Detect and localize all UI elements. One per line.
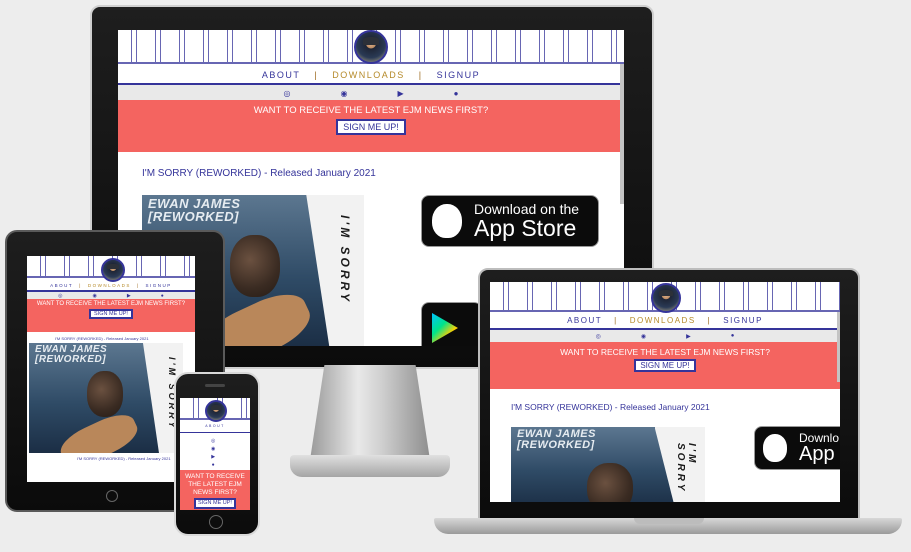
youtube-icon[interactable]: ▶ — [211, 453, 215, 461]
tablet-signup-banner: WANT TO RECEIVE THE LATEST EJM NEWS FIRS… — [27, 299, 195, 332]
monitor-stand-neck — [310, 365, 430, 460]
laptop-scrollbar[interactable] — [837, 312, 840, 382]
spotify-icon[interactable]: ◉ — [641, 333, 646, 340]
laptop-logo-avatar[interactable] — [651, 283, 681, 313]
laptop-notch — [634, 518, 704, 524]
apple-logo-icon — [763, 434, 787, 462]
nav-downloads[interactable]: DOWNLOADS — [630, 316, 696, 325]
cover-side-text: I'M SORRY — [675, 443, 697, 494]
nav-downloads[interactable]: DOWNLOADS — [88, 283, 131, 288]
phone-home-button — [209, 515, 223, 529]
tablet-logo-avatar[interactable] — [101, 258, 125, 282]
tablet-home-button — [106, 490, 118, 502]
laptop-nav: ABOUT | DOWNLOADS | SIGNUP — [490, 314, 840, 326]
cover-subtitle: [REWORKED] — [35, 354, 107, 365]
nav-separator: | — [418, 70, 423, 80]
release-info: I'M SORRY (REWORKED) - Released January … — [55, 336, 149, 341]
apple-logo-icon — [432, 204, 462, 238]
phone-logo-avatar[interactable] — [205, 400, 227, 422]
instagram-icon[interactable]: ◎ — [211, 437, 215, 445]
phone-nav: ABOUT — [180, 422, 250, 430]
monitor-stand-base — [290, 455, 450, 477]
cover-side-text: I'M SORRY — [338, 215, 352, 304]
nav-separator: | — [79, 282, 82, 288]
youtube-icon[interactable]: ▶ — [397, 89, 403, 98]
sign-me-up-button[interactable]: SIGN ME UP! — [194, 498, 236, 509]
apple-icon[interactable]: ● — [731, 333, 735, 339]
spotify-icon[interactable]: ◉ — [341, 89, 348, 98]
nav-signup[interactable]: SIGNUP — [437, 70, 481, 80]
appstore-big-text: App — [799, 443, 835, 465]
appstore-big-text: App Store — [474, 215, 577, 241]
laptop-signup-banner: WANT TO RECEIVE THE LATEST EJM NEWS FIRS… — [490, 342, 840, 389]
phone-divider — [180, 432, 250, 433]
nav-about[interactable]: ABOUT — [262, 70, 301, 80]
sign-me-up-button[interactable]: SIGN ME UP! — [89, 309, 133, 319]
sign-me-up-button[interactable]: SIGN ME UP! — [634, 359, 696, 372]
banner-text: WANT TO RECEIVE THE LATEST EJM NEWS FIRS… — [253, 105, 489, 116]
nav-separator: | — [707, 315, 712, 325]
banner-text: WANT TO RECEIVE THE LATEST EJM NEWS FIRS… — [36, 301, 186, 307]
release-info: I'M SORRY (REWORKED) - Released January … — [511, 402, 710, 412]
apple-icon[interactable]: ● — [454, 89, 459, 98]
sign-me-up-button[interactable]: SIGN ME UP! — [336, 119, 406, 135]
release-info: I'M SORRY (REWORKED) - Released January … — [142, 168, 376, 179]
nav-separator: | — [614, 315, 618, 325]
tablet-nav: ABOUT | DOWNLOADS | SIGNUP — [27, 281, 195, 289]
banner-text: WANT TO RECEIVE THE LATEST EJM NEWS FIRS… — [185, 473, 245, 496]
google-play-badge[interactable] — [421, 302, 482, 346]
app-store-badge[interactable]: Download on the App Store — [421, 195, 599, 247]
desktop-nav: ABOUT | DOWNLOADS | SIGNUP — [118, 68, 624, 82]
youtube-icon[interactable]: ▶ — [686, 333, 691, 340]
phone-speaker — [205, 384, 225, 387]
desktop-scrollbar[interactable] — [620, 64, 624, 204]
phone-site-screen: ABOUT ◎ ◉ ▶ ● WANT TO RECEIVE THE LATEST… — [180, 398, 250, 510]
nav-about[interactable]: ABOUT — [567, 316, 602, 325]
phone-signup-banner: WANT TO RECEIVE THE LATEST EJM NEWS FIRS… — [180, 470, 250, 510]
nav-signup[interactable]: SIGNUP — [146, 283, 172, 288]
google-play-icon — [432, 313, 458, 343]
desktop-signup-banner: WANT TO RECEIVE THE LATEST EJM NEWS FIRS… — [118, 100, 624, 152]
spotify-icon[interactable]: ◉ — [211, 445, 215, 453]
nav-separator: | — [314, 70, 319, 80]
album-cover[interactable]: EWAN JAMES [REWORKED] I'M SORRY — [511, 427, 705, 502]
nav-separator: | — [136, 282, 140, 288]
banner-text: WANT TO RECEIVE THE LATEST EJM NEWS FIRS… — [560, 347, 770, 357]
release-info-secondary: I'M SORRY (REWORKED) - Released January … — [77, 456, 171, 461]
nav-signup[interactable]: SIGNUP — [723, 316, 763, 325]
laptop-site-screen: ABOUT | DOWNLOADS | SIGNUP ◎ ◉ ▶ ● WANT … — [490, 282, 840, 502]
app-store-badge[interactable]: Downlo App — [754, 426, 840, 470]
instagram-icon[interactable]: ◎ — [284, 89, 291, 98]
album-cover[interactable]: EWAN JAMES [REWORKED] I'M SORRY — [29, 343, 183, 453]
nav-downloads[interactable]: DOWNLOADS — [332, 70, 405, 80]
desktop-logo-avatar[interactable] — [354, 30, 388, 64]
phone-social-column: ◎ ◉ ▶ ● — [211, 437, 215, 469]
apple-icon[interactable]: ● — [211, 461, 215, 469]
nav-about[interactable]: ABOUT — [205, 424, 225, 428]
cover-subtitle: [REWORKED] — [148, 209, 239, 224]
instagram-icon[interactable]: ◎ — [596, 333, 601, 340]
cover-subtitle: [REWORKED] — [517, 439, 595, 451]
tablet-site-screen: ABOUT | DOWNLOADS | SIGNUP ◎ ◉ ▶ ● WANT … — [27, 256, 195, 482]
nav-about[interactable]: ABOUT — [50, 283, 73, 288]
